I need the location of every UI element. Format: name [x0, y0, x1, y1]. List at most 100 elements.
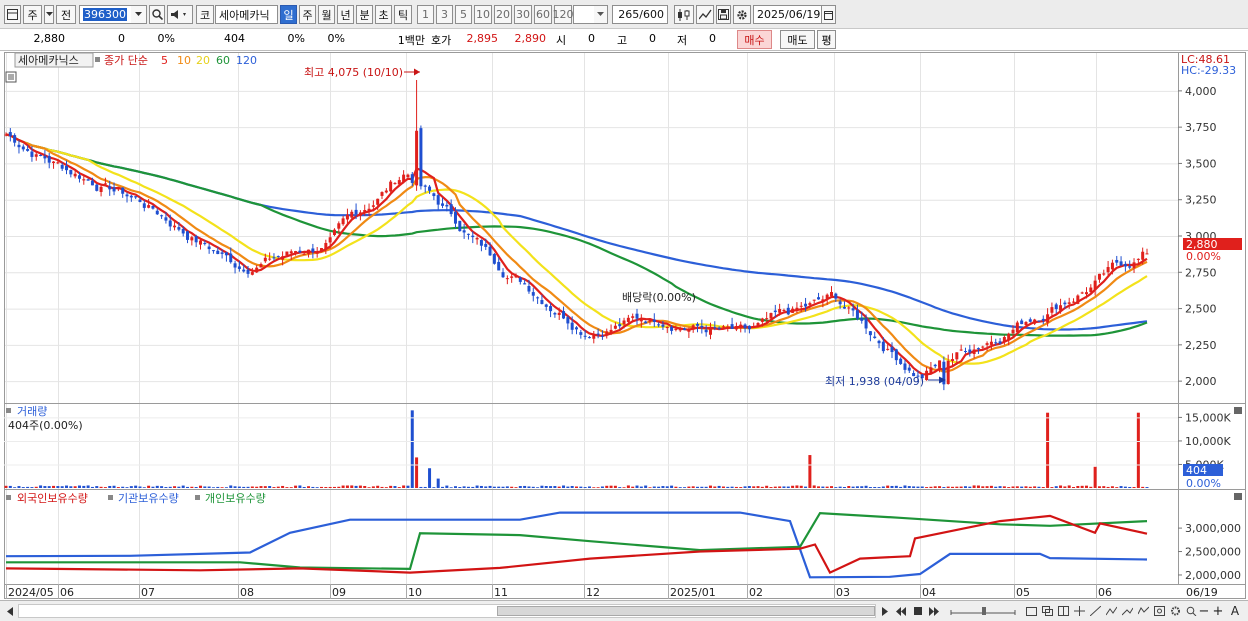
candle-body	[358, 212, 362, 216]
copy-icon[interactable]	[1040, 603, 1054, 619]
candle-body	[886, 348, 890, 350]
period-week-button[interactable]: 주	[299, 5, 316, 24]
candle-body	[337, 223, 341, 229]
settings-small-icon[interactable]	[1168, 603, 1182, 619]
layout-icon[interactable]	[4, 5, 21, 24]
interval-5-button[interactable]: 5	[455, 5, 472, 24]
current-price: 2,880	[33, 32, 66, 45]
volume-bar	[938, 486, 942, 488]
candle-body	[600, 335, 604, 337]
zoom-slider[interactable]	[948, 603, 1018, 619]
interval-dropdown-arrow[interactable]	[594, 5, 608, 24]
candle-body	[756, 323, 760, 326]
volume-bar	[65, 485, 69, 488]
sound-icon[interactable]	[167, 5, 193, 24]
period-tick-button[interactable]: 틱	[394, 5, 412, 24]
volume-bar	[842, 487, 846, 488]
holding-panel-close-icon[interactable]	[1234, 493, 1242, 500]
scroll-track[interactable]	[18, 604, 876, 618]
volume-bar	[354, 485, 358, 488]
candle-body	[155, 210, 159, 215]
volume-bar	[1050, 487, 1054, 488]
candle-body	[432, 193, 436, 197]
volume-bar	[315, 487, 319, 488]
scroll-thumb[interactable]	[497, 606, 875, 616]
candle-body	[289, 251, 293, 254]
interval-3-button[interactable]: 3	[436, 5, 453, 24]
line-tool-icon[interactable]	[1088, 603, 1102, 619]
period-month-button[interactable]: 월	[318, 5, 335, 24]
candle-body	[69, 169, 73, 175]
settings-gear-icon[interactable]	[733, 5, 751, 24]
zoom-out-icon[interactable]: −	[1198, 603, 1210, 619]
volume-bar	[17, 486, 21, 488]
volume-panel-close-icon[interactable]	[1234, 407, 1242, 414]
chart-area[interactable]: 세아메카닉스 종가 단순 5 10 20 60 120 최고 4,075 (10…	[0, 52, 1248, 600]
candle-body	[112, 187, 116, 192]
arrow-tool-icon[interactable]	[1120, 603, 1134, 619]
volume-bar	[557, 486, 561, 488]
x-axis-label: 07	[141, 586, 155, 599]
volume-bar	[432, 487, 436, 488]
candle-body	[661, 324, 665, 327]
candle-body	[220, 252, 224, 254]
scroll-left-icon[interactable]	[4, 603, 16, 619]
market-button[interactable]: 주	[23, 5, 42, 24]
trend-line-icon[interactable]	[696, 5, 714, 24]
candle-body	[177, 227, 181, 230]
volume-bar	[155, 485, 159, 488]
holding-tick-label: 3,000,000	[1185, 522, 1241, 535]
calendar-icon[interactable]	[822, 5, 836, 24]
period-second-button[interactable]: 초	[375, 5, 392, 24]
crosshair-icon[interactable]	[1072, 603, 1086, 619]
candle-body	[670, 326, 674, 331]
font-size-icon[interactable]: A	[1228, 603, 1242, 619]
code-button[interactable]: 코	[196, 5, 214, 24]
period-year-button[interactable]: 년	[337, 5, 354, 24]
step-back-icon[interactable]	[894, 603, 908, 619]
period-minute-button[interactable]: 분	[356, 5, 373, 24]
date-input[interactable]: 2025/06/19	[753, 5, 822, 24]
volume-bar	[259, 486, 263, 488]
ma-legend-10: 10	[177, 54, 191, 67]
code-dropdown-arrow[interactable]	[131, 5, 147, 24]
stop-icon[interactable]	[911, 603, 924, 619]
save-icon[interactable]	[716, 5, 731, 24]
candle-style-icon[interactable]	[674, 5, 694, 24]
image-export-icon[interactable]	[1152, 603, 1166, 619]
scroll-right-icon[interactable]	[879, 603, 891, 619]
sell-button[interactable]: 매도	[780, 30, 815, 49]
interval-30-button[interactable]: 30	[514, 5, 532, 24]
grid-view-icon[interactable]	[1056, 603, 1070, 619]
zigzag-icon[interactable]	[1104, 603, 1118, 619]
volume-bar	[920, 486, 924, 488]
volume-bar	[30, 487, 34, 488]
chart-canvas[interactable]: 세아메카닉스 종가 단순 5 10 20 60 120 최고 4,075 (10…	[0, 52, 1248, 600]
candle-body	[1002, 337, 1006, 342]
step-forward-icon[interactable]	[927, 603, 941, 619]
window-icon[interactable]	[1024, 603, 1038, 619]
buy-button[interactable]: 매수	[737, 30, 772, 49]
interval-60-button[interactable]: 60	[534, 5, 552, 24]
volume-bar	[786, 486, 790, 488]
search-icon[interactable]	[149, 5, 165, 24]
eval-button[interactable]: 평	[817, 30, 836, 49]
zoom-in-icon[interactable]: +	[1212, 603, 1224, 619]
chart-type-icon[interactable]	[1136, 603, 1150, 619]
period-day-button[interactable]: 일	[280, 5, 297, 24]
interval-10-button[interactable]: 10	[474, 5, 492, 24]
volume-bar	[1076, 485, 1080, 488]
volume-bar	[652, 486, 656, 488]
search-small-icon[interactable]	[1184, 603, 1198, 619]
candle-body	[631, 316, 635, 318]
candle-body	[657, 324, 661, 326]
candle-body	[579, 332, 583, 335]
data-count-input[interactable]: 265/600	[612, 5, 668, 24]
candle-body	[311, 248, 315, 253]
prev-button[interactable]: 전	[56, 5, 76, 24]
market-dropdown-arrow[interactable]	[44, 5, 54, 24]
interval-20-button[interactable]: 20	[494, 5, 512, 24]
candle-body	[925, 370, 929, 381]
interval-1-button[interactable]: 1	[417, 5, 434, 24]
interval-120-button[interactable]: 120	[553, 5, 574, 24]
